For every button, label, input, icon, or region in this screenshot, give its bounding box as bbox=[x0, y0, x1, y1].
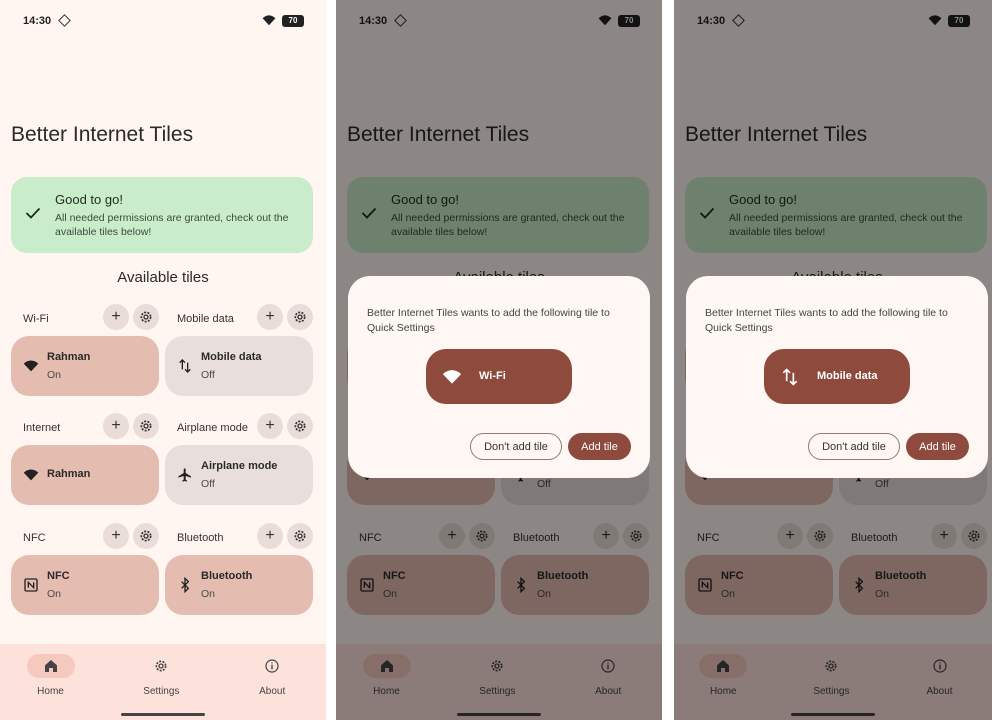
gear-icon bbox=[292, 309, 308, 325]
home-icon bbox=[26, 654, 75, 678]
dialog-prompt: Better Internet Tiles wants to add the f… bbox=[367, 307, 610, 334]
bottom-navigation: Home Settings About bbox=[0, 644, 326, 720]
gear-icon bbox=[138, 528, 154, 544]
tile-state: On bbox=[201, 588, 216, 600]
tile-name: Bluetooth bbox=[201, 570, 253, 582]
tile-settings-button-wi-fi[interactable] bbox=[133, 304, 159, 330]
add-tile-dialog: Better Internet Tiles wants to add the f… bbox=[686, 276, 988, 478]
dialog-prompt: Better Internet Tiles wants to add the f… bbox=[705, 307, 948, 334]
tile-group: Wi-Fi + Rahman On bbox=[11, 304, 159, 414]
nav-settings[interactable]: Settings bbox=[121, 654, 201, 697]
tile-section: Wi-Fi + Rahman On Mobile data + Mobile bbox=[0, 304, 326, 414]
tile-preview-name: Wi-Fi bbox=[479, 370, 506, 382]
status-title: Good to go! bbox=[55, 192, 123, 207]
status-bar: 14:30 70 bbox=[23, 13, 304, 29]
battery-icon: 70 bbox=[282, 15, 304, 27]
dont-add-tile-button[interactable]: Don't add tile bbox=[470, 433, 562, 460]
nav-label: About bbox=[259, 686, 286, 697]
tile-name: NFC bbox=[47, 570, 70, 582]
nav-home[interactable]: Home bbox=[11, 654, 91, 697]
tile-group: Internet + Rahman bbox=[11, 413, 159, 523]
mobile-data-icon bbox=[780, 367, 800, 387]
tile-state: Off bbox=[201, 369, 215, 381]
gear-icon bbox=[292, 528, 308, 544]
tile-state: On bbox=[47, 588, 62, 600]
bluetooth-icon bbox=[177, 576, 193, 594]
wifi-icon bbox=[23, 467, 39, 483]
tile-internet[interactable]: Rahman bbox=[11, 445, 159, 505]
tile-name: Airplane mode bbox=[201, 460, 278, 472]
add-tile-button-internet[interactable]: + bbox=[103, 413, 129, 439]
tile-settings-button-nfc[interactable] bbox=[133, 523, 159, 549]
tile-bluetooth[interactable]: Bluetooth On bbox=[165, 555, 313, 615]
gesture-handle[interactable] bbox=[121, 713, 205, 716]
tile-wi-fi[interactable]: Rahman On bbox=[11, 336, 159, 396]
tile-mobile-data[interactable]: Mobile data Off bbox=[165, 336, 313, 396]
tile-preview: Mobile data bbox=[764, 349, 910, 404]
add-tile-button[interactable]: Add tile bbox=[906, 433, 969, 460]
tile-label-wi-fi: Wi-Fi bbox=[23, 313, 49, 325]
tile-settings-button-mobile-data[interactable] bbox=[287, 304, 313, 330]
tile-settings-button-bluetooth[interactable] bbox=[287, 523, 313, 549]
airplane-icon bbox=[177, 467, 193, 483]
tile-label-internet: Internet bbox=[23, 422, 61, 434]
gear-icon bbox=[138, 418, 154, 434]
tile-settings-button-internet[interactable] bbox=[133, 413, 159, 439]
add-tile-dialog: Better Internet Tiles wants to add the f… bbox=[348, 276, 650, 478]
tile-label-airplane-mode: Airplane mode bbox=[177, 422, 248, 434]
check-icon bbox=[25, 207, 41, 219]
tile-name: Mobile data bbox=[201, 351, 262, 363]
app-title: Better Internet Tiles bbox=[11, 123, 194, 146]
nfc-icon bbox=[23, 577, 39, 593]
screen-dialog-wifi: 14:30 70 Better Internet Tiles Good to go… bbox=[336, 0, 662, 720]
screen-home: 14:30 70 Better Internet Tiles Good to go… bbox=[0, 0, 326, 720]
tile-group: Bluetooth + Bluetooth On bbox=[165, 523, 313, 633]
dont-add-tile-button[interactable]: Don't add tile bbox=[808, 433, 900, 460]
wifi-icon bbox=[442, 367, 462, 387]
status-time: 14:30 bbox=[23, 15, 52, 27]
nav-label: Settings bbox=[143, 686, 180, 697]
tile-name: Rahman bbox=[47, 351, 91, 363]
notification-icon bbox=[58, 14, 71, 27]
add-tile-button-mobile-data[interactable]: + bbox=[257, 304, 283, 330]
tile-airplane-mode[interactable]: Airplane mode Off bbox=[165, 445, 313, 505]
permission-status-card: Good to go! All needed permissions are g… bbox=[11, 177, 313, 253]
add-tile-button-airplane-mode[interactable]: + bbox=[257, 413, 283, 439]
tile-section: Internet + Rahman Airplane mode + Airp bbox=[0, 413, 326, 523]
tile-state: Off bbox=[201, 478, 215, 490]
gear-icon bbox=[138, 309, 154, 325]
status-message: All needed permissions are granted, chec… bbox=[55, 212, 289, 238]
nav-about[interactable]: About bbox=[232, 654, 312, 697]
add-tile-button-wi-fi[interactable]: + bbox=[103, 304, 129, 330]
tile-state: On bbox=[47, 369, 62, 381]
gear-icon bbox=[292, 418, 308, 434]
tile-section: NFC + NFC On Bluetooth + Bluetooth On bbox=[0, 523, 326, 633]
tile-nfc[interactable]: NFC On bbox=[11, 555, 159, 615]
tile-preview-name: Mobile data bbox=[817, 370, 878, 382]
screen-dialog-mobile-data: 14:30 70 Better Internet Tiles Good to go… bbox=[674, 0, 992, 720]
tile-preview: Wi-Fi bbox=[426, 349, 572, 404]
gear-icon bbox=[137, 654, 185, 678]
tile-label-bluetooth: Bluetooth bbox=[177, 532, 224, 544]
tile-name: Rahman bbox=[47, 468, 91, 480]
wifi-icon bbox=[23, 358, 39, 374]
wifi-signal-icon bbox=[262, 15, 276, 26]
info-icon bbox=[248, 654, 296, 678]
mobile-data-icon bbox=[177, 358, 193, 374]
tile-group: NFC + NFC On bbox=[11, 523, 159, 633]
add-tile-button[interactable]: Add tile bbox=[568, 433, 631, 460]
nav-label: Home bbox=[37, 686, 64, 697]
tile-group: Mobile data + Mobile data Off bbox=[165, 304, 313, 414]
tile-group: Airplane mode + Airplane mode Off bbox=[165, 413, 313, 523]
tile-label-mobile-data: Mobile data bbox=[177, 313, 234, 325]
add-tile-button-nfc[interactable]: + bbox=[103, 523, 129, 549]
add-tile-button-bluetooth[interactable]: + bbox=[257, 523, 283, 549]
available-tiles-heading: Available tiles bbox=[117, 269, 209, 286]
tile-settings-button-airplane-mode[interactable] bbox=[287, 413, 313, 439]
tile-label-nfc: NFC bbox=[23, 532, 46, 544]
